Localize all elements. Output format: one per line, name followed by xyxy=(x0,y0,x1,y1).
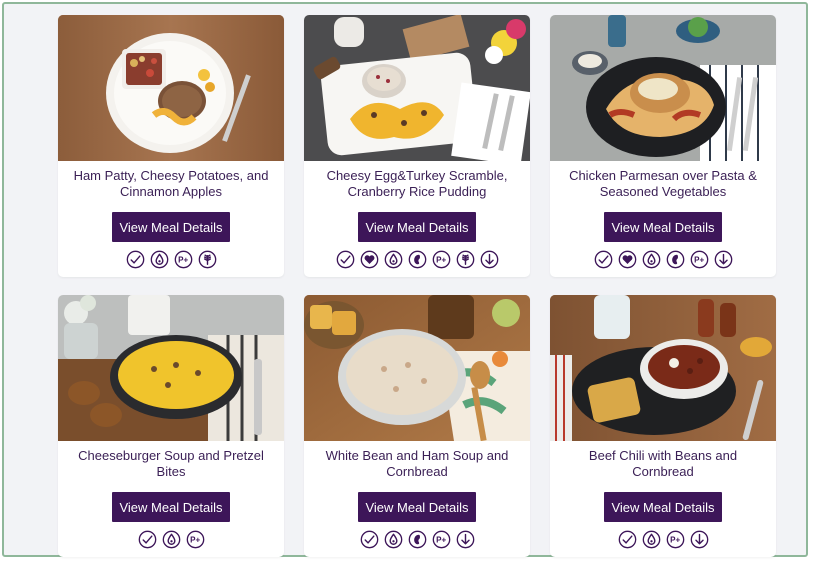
protein-plus-icon: P+ xyxy=(432,530,450,549)
kidney-icon xyxy=(408,250,426,269)
svg-text:P+: P+ xyxy=(694,255,704,264)
svg-text:P+: P+ xyxy=(436,535,446,544)
meal-photo[interactable] xyxy=(304,15,530,161)
diabetic-drop-icon xyxy=(384,530,402,549)
low-sodium-icon xyxy=(480,250,498,269)
view-meal-details-button[interactable]: View Meal Details xyxy=(604,492,722,522)
meal-title-line: Seasoned Vegetables xyxy=(599,183,727,199)
low-sodium-icon xyxy=(456,530,474,549)
meal-title-line: Cheesy Egg&Turkey Scramble, xyxy=(326,168,508,183)
svg-text:P+: P+ xyxy=(436,255,446,264)
meal-photo[interactable] xyxy=(550,15,776,161)
check-icon xyxy=(360,530,378,549)
meal-card: Cheesy Egg&Turkey Scramble, Cranberry Ri… xyxy=(304,15,530,277)
diabetic-drop-icon xyxy=(150,250,168,269)
protein-plus-icon: P+ xyxy=(186,530,204,549)
protein-plus-icon: P+ xyxy=(174,250,192,269)
meal-card: Chicken Parmesan over Pasta & Seasoned V… xyxy=(550,15,776,277)
meal-grid: Ham Patty, Cheesy Potatoes, and Cinnamon… xyxy=(58,15,776,557)
heart-icon xyxy=(360,250,378,269)
svg-text:P+: P+ xyxy=(190,535,200,544)
meal-photo[interactable] xyxy=(58,295,284,441)
kidney-icon xyxy=(408,530,426,549)
grain-free-icon xyxy=(456,250,474,269)
meal-title: Cheesy Egg&Turkey Scramble, Cranberry Ri… xyxy=(314,161,520,208)
kidney-icon xyxy=(666,250,684,269)
diabetic-drop-icon xyxy=(642,530,660,549)
meal-title-line: Ham Patty, Cheesy Potatoes, and xyxy=(73,168,269,183)
meal-title: White Bean and Ham Soup and Cornbread xyxy=(314,441,520,488)
view-meal-details-button[interactable]: View Meal Details xyxy=(112,212,230,242)
view-meal-details-button[interactable]: View Meal Details xyxy=(358,492,476,522)
diet-icons: P+ xyxy=(304,530,530,549)
diabetic-drop-icon xyxy=(384,250,402,269)
diet-icons: P+ xyxy=(550,250,776,269)
grain-free-icon xyxy=(198,250,216,269)
svg-text:P+: P+ xyxy=(178,255,188,264)
check-icon xyxy=(594,250,612,269)
meal-title: Beef Chili with Beans and Cornbread xyxy=(560,441,766,488)
check-icon xyxy=(618,530,636,549)
protein-plus-icon: P+ xyxy=(666,530,684,549)
check-icon xyxy=(126,250,144,269)
meal-title-line: Cornbread xyxy=(632,463,694,479)
meal-card: Ham Patty, Cheesy Potatoes, and Cinnamon… xyxy=(58,15,284,277)
meal-title-line: Cinnamon Apples xyxy=(120,183,222,199)
meal-title-line: Cheeseburger Soup and Pretzel xyxy=(78,448,264,463)
meal-photo[interactable] xyxy=(550,295,776,441)
view-meal-details-button[interactable]: View Meal Details xyxy=(112,492,230,522)
meal-title: Cheeseburger Soup and Pretzel Bites xyxy=(68,441,274,488)
meal-title-line: Cranberry Rice Pudding xyxy=(347,183,487,199)
diabetic-drop-icon xyxy=(162,530,180,549)
meal-photo[interactable] xyxy=(58,15,284,161)
check-icon xyxy=(138,530,156,549)
view-meal-details-button[interactable]: View Meal Details xyxy=(604,212,722,242)
low-sodium-icon xyxy=(714,250,732,269)
meal-photo[interactable] xyxy=(304,295,530,441)
view-meal-details-button[interactable]: View Meal Details xyxy=(358,212,476,242)
diet-icons: P+ xyxy=(304,250,530,269)
protein-plus-icon: P+ xyxy=(690,250,708,269)
meal-title-line: Beef Chili with Beans and xyxy=(588,448,738,463)
meal-title-line: Chicken Parmesan over Pasta & xyxy=(569,168,757,183)
meal-title: Ham Patty, Cheesy Potatoes, and Cinnamon… xyxy=(68,161,274,208)
diet-icons: P+ xyxy=(58,250,284,269)
meal-grid-panel: Ham Patty, Cheesy Potatoes, and Cinnamon… xyxy=(2,2,808,557)
protein-plus-icon: P+ xyxy=(432,250,450,269)
meal-card: Beef Chili with Beans and Cornbread View… xyxy=(550,295,776,557)
low-sodium-icon xyxy=(690,530,708,549)
diet-icons: P+ xyxy=(550,530,776,549)
diet-icons: P+ xyxy=(58,530,284,549)
meal-card: White Bean and Ham Soup and Cornbread Vi… xyxy=(304,295,530,557)
diabetic-drop-icon xyxy=(642,250,660,269)
meal-title-line: Bites xyxy=(156,463,186,479)
meal-title-line: Cornbread xyxy=(386,463,448,479)
meal-card: Cheeseburger Soup and Pretzel Bites View… xyxy=(58,295,284,557)
meal-title: Chicken Parmesan over Pasta & Seasoned V… xyxy=(560,161,766,208)
svg-text:P+: P+ xyxy=(670,535,680,544)
check-icon xyxy=(336,250,354,269)
heart-icon xyxy=(618,250,636,269)
meal-title-line: White Bean and Ham Soup and xyxy=(325,448,509,463)
